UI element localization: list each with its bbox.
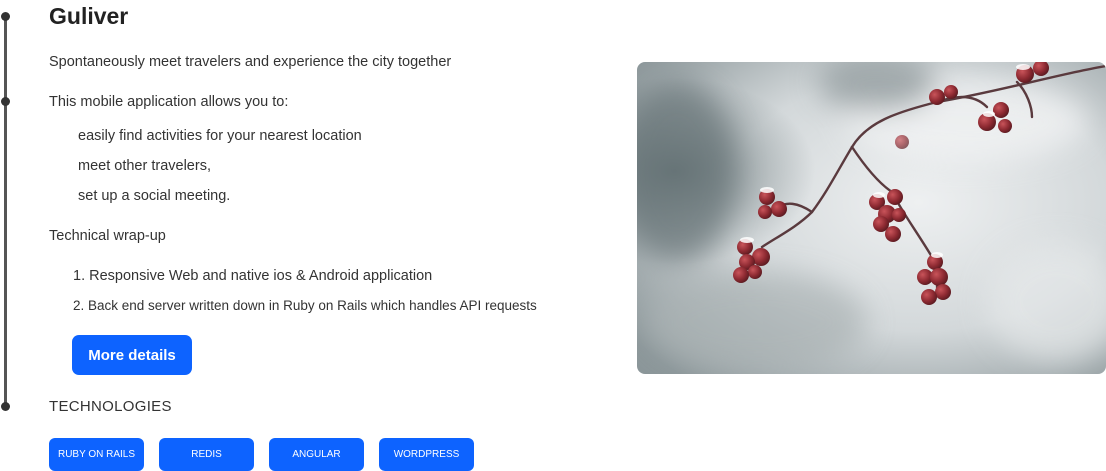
tech-point: 1. Responsive Web and native ios & Andro… (73, 268, 433, 284)
feature-item: set up a social meeting. (78, 188, 231, 204)
tag-wordpress[interactable]: WORDPRESS (379, 438, 474, 471)
timeline-dot (1, 97, 10, 106)
technologies-heading: TECHNOLOGIES (49, 398, 172, 415)
tech-point: 2. Back end server written down in Ruby … (73, 298, 537, 313)
project-photo (637, 62, 1106, 374)
feature-item: easily find activities for your nearest … (78, 128, 362, 144)
tech-wrapup-heading: Technical wrap-up (49, 228, 166, 244)
project-card: Guliver Spontaneously meet travelers and… (0, 0, 1106, 471)
project-title: Guliver (49, 3, 129, 29)
timeline-dot (1, 12, 10, 21)
tag-angular[interactable]: ANGULAR (269, 438, 364, 471)
tag-ruby-on-rails[interactable]: RUBY ON RAILS (49, 438, 144, 471)
more-details-button[interactable]: More details (72, 335, 192, 375)
timeline-dot (1, 402, 10, 411)
feature-item: meet other travelers, (78, 158, 211, 174)
intro-text: This mobile application allows you to: (49, 94, 289, 110)
tag-redis[interactable]: REDIS (159, 438, 254, 471)
timeline-line (4, 16, 7, 408)
project-tagline: Spontaneously meet travelers and experie… (49, 54, 452, 70)
